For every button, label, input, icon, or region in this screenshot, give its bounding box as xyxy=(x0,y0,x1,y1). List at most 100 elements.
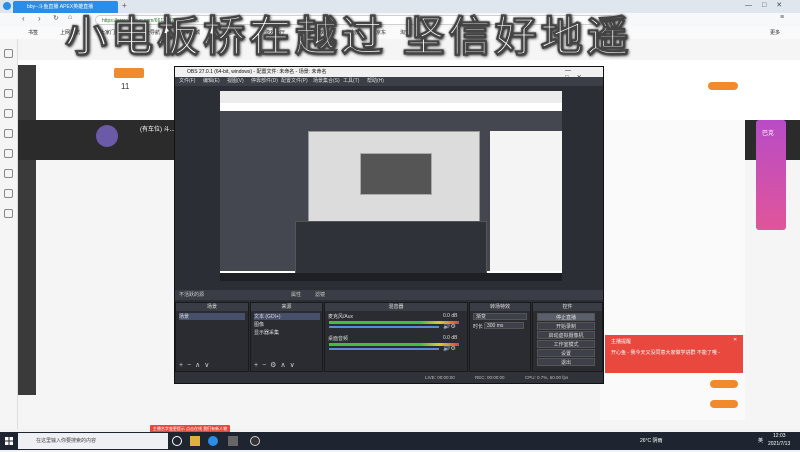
action-button[interactable] xyxy=(710,380,738,388)
notes-icon[interactable] xyxy=(4,209,13,218)
window-controls[interactable]: —□✕ xyxy=(745,1,792,9)
stop-streaming-button[interactable]: 停止直播 xyxy=(537,313,595,321)
preview-right-panel xyxy=(490,131,562,271)
volume-meter xyxy=(329,321,459,324)
transition-select[interactable]: 渐变 xyxy=(473,313,527,320)
reload-icon[interactable]: ↻ xyxy=(53,14,59,22)
mixer-title: 混音器 xyxy=(325,303,467,311)
bookmark-item[interactable]: 书签 xyxy=(28,29,38,36)
promo-banner-label: 巴克 xyxy=(762,131,775,137)
mute-speaker-icon[interactable]: 🔊⚙ xyxy=(443,323,456,330)
mail-icon[interactable] xyxy=(4,129,13,138)
task-view-icon[interactable] xyxy=(172,436,182,446)
windows-start-icon[interactable] xyxy=(0,432,18,450)
mixer-dock: 混音器 麦克风/Aux 0.0 dB 🔊⚙ 桌面音频 0.0 dB 🔊⚙ xyxy=(324,302,468,372)
filters-button[interactable]: 滤镜 xyxy=(315,291,325,298)
obs-status-bar: LIVE: 00:00:00 REC: 00:00:00 CPU: 0.7%, … xyxy=(175,372,603,383)
obs-menu-bar: 文件(F) 编辑(E) 视图(V) 停靠部件(D) 配置文件(P) 场景集合(S… xyxy=(175,77,603,86)
transitions-title: 转场特效 xyxy=(470,303,530,311)
rec-timer: REC: 00:00:00 xyxy=(475,375,505,380)
mute-speaker-icon[interactable]: 🔊⚙ xyxy=(443,345,456,352)
taskbar-search-input[interactable]: 在这里输入你要搜索的内容 xyxy=(18,433,168,449)
system-tray: 26°C 阴雨 英 12:03 2021/7/13 xyxy=(630,432,800,450)
clock-time[interactable]: 12:03 xyxy=(773,433,786,439)
scenes-title: 场景 xyxy=(176,303,248,311)
dock-header: 不活跃的源 属性 滤镜 xyxy=(175,290,603,300)
source-item[interactable]: 显示器采集 xyxy=(254,329,279,336)
browser-sidebar xyxy=(0,39,18,429)
mixer-channel-name: 桌面音频 xyxy=(328,336,349,342)
apps-icon[interactable] xyxy=(4,69,13,78)
popup-title: 主播提醒 xyxy=(611,339,632,345)
obs-preview[interactable] xyxy=(220,91,562,281)
file-explorer-icon[interactable] xyxy=(190,436,200,446)
studio-mode-button[interactable]: 工作室模式 xyxy=(537,340,595,348)
source-item[interactable]: 文本 (GDI+) xyxy=(254,313,320,320)
menu-scene-collection[interactable]: 场景集合(S) xyxy=(313,77,340,86)
menu-profile[interactable]: 配置文件(P) xyxy=(281,77,308,86)
download-icon[interactable] xyxy=(4,109,13,118)
pc-client-button[interactable] xyxy=(708,82,738,90)
scenes-dock: 场景 场景 +−∧∨ xyxy=(175,302,249,372)
transitions-dock: 转场特效 渐变 时长 300 ms xyxy=(469,302,531,372)
menu-view[interactable]: 视图(V) xyxy=(227,77,244,86)
history-icon[interactable] xyxy=(4,89,13,98)
site-logo-icon xyxy=(114,68,144,78)
site-left-nav xyxy=(18,65,36,395)
notification-popup: 主播提醒 ✕ 开心鱼 - 我今天又没同意大家做学进群 不能了哦 - xyxy=(605,335,743,373)
action-button[interactable] xyxy=(710,400,738,408)
browser-taskbar-icon[interactable] xyxy=(208,436,218,446)
menu-file[interactable]: 文件(F) xyxy=(179,77,195,86)
exit-button[interactable]: 退出 xyxy=(537,358,595,366)
source-add-icon[interactable]: +−⚙∧∨ xyxy=(254,361,299,369)
properties-button[interactable]: 属性 xyxy=(291,291,301,298)
cart-icon[interactable] xyxy=(4,189,13,198)
preview-nested-window-2 xyxy=(360,153,432,195)
scene-item[interactable]: 场景 xyxy=(179,313,245,320)
virtual-camera-button[interactable]: 启动虚拟摄像机 xyxy=(537,331,595,339)
scene-add-icon[interactable]: +−∧∨ xyxy=(179,361,213,369)
mixer-channel-db: 0.0 dB xyxy=(443,335,458,341)
forward-icon[interactable]: › xyxy=(38,14,41,23)
popup-close-icon[interactable]: ✕ xyxy=(733,337,737,343)
weather-text[interactable]: 26°C 阴雨 xyxy=(640,437,663,444)
menu-icon[interactable]: ≡ xyxy=(780,14,784,21)
volume-slider[interactable] xyxy=(329,348,439,350)
controls-title: 控件 xyxy=(533,303,602,311)
sources-title: 来源 xyxy=(251,303,322,311)
preview-taskbar xyxy=(220,273,562,281)
cpu-fps: CPU: 0.7%, 60.00 fps xyxy=(525,375,569,380)
volume-slider[interactable] xyxy=(329,326,439,328)
obs-taskbar-icon[interactable] xyxy=(250,436,260,446)
app-taskbar-icon[interactable] xyxy=(228,436,238,446)
start-recording-button[interactable]: 开始录制 xyxy=(537,322,595,330)
preview-nested-docks xyxy=(295,221,487,278)
windows-taskbar: 在这里输入你要搜索的内容 26°C 阴雨 英 12:03 2021/7/13 xyxy=(0,432,800,450)
source-item[interactable]: 图像 xyxy=(254,321,264,328)
settings-button[interactable]: 设置 xyxy=(537,349,595,357)
star-icon[interactable] xyxy=(4,49,13,58)
chat-icon[interactable] xyxy=(4,149,13,158)
streamer-label: (有车位) 斗... xyxy=(140,127,175,133)
inactive-source-label: 不活跃的源 xyxy=(179,292,205,298)
menu-tools[interactable]: 工具(T) xyxy=(343,77,359,86)
game-icon[interactable] xyxy=(4,169,13,178)
overlay-caption: 小电板桥在越过 坚信好地遥 xyxy=(65,13,633,61)
obs-window: OBS 27.0.1 (64-bit, windows) - 配置文件: 未命名… xyxy=(174,66,604,384)
clock-date[interactable]: 2021/7/13 xyxy=(768,441,790,447)
menu-docks[interactable]: 停靠部件(D) xyxy=(251,77,278,86)
ime-language[interactable]: 英 xyxy=(758,437,763,444)
browser-logo-icon xyxy=(3,2,11,10)
preview-browser-bar xyxy=(220,91,562,103)
menu-help[interactable]: 帮助(H) xyxy=(367,77,384,86)
menu-edit[interactable]: 编辑(E) xyxy=(203,77,220,86)
right-panel xyxy=(600,120,745,420)
back-icon[interactable]: ‹ xyxy=(22,14,25,23)
obs-title-bar: OBS 27.0.1 (64-bit, windows) - 配置文件: 未命名… xyxy=(175,67,603,77)
duration-input[interactable]: 300 ms xyxy=(484,322,524,329)
bookmark-more[interactable]: 更多 xyxy=(770,29,780,36)
streamer-avatar xyxy=(96,125,118,147)
mixer-channel-name: 麦克风/Aux xyxy=(328,314,354,320)
sources-dock: 来源 文本 (GDI+) 图像 显示器采集 +−⚙∧∨ xyxy=(250,302,323,372)
follow-count: 11 xyxy=(121,82,130,91)
